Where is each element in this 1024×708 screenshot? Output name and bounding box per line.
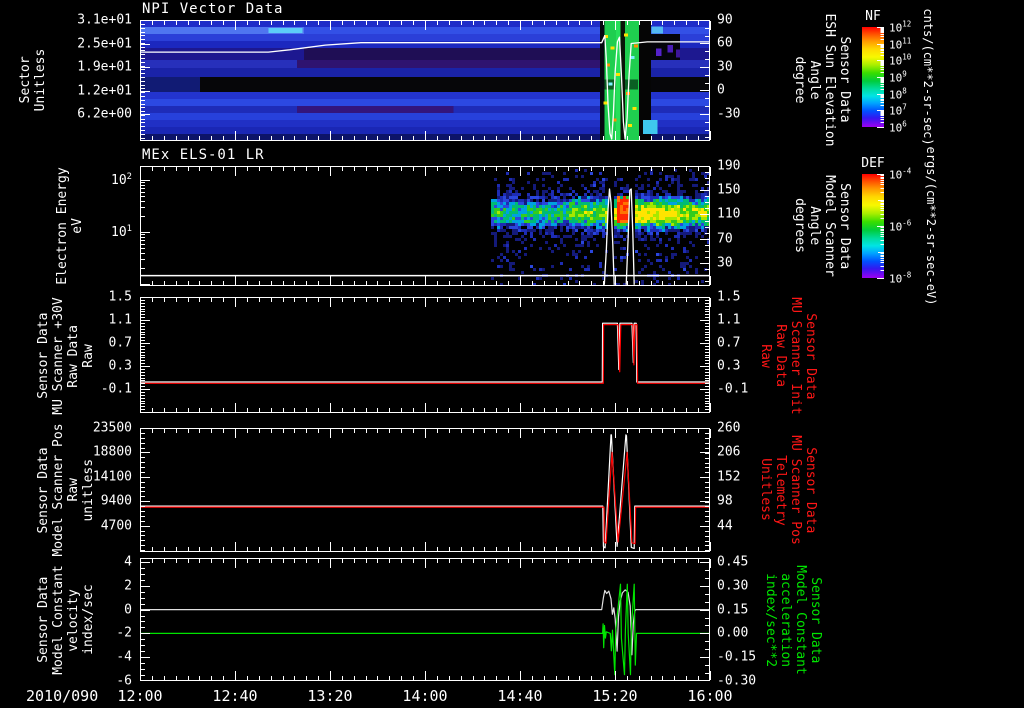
colorbar-tick-label: 1012 xyxy=(889,19,912,35)
y-tick-label: 0 xyxy=(124,602,132,618)
y-tick-label: 260 xyxy=(717,420,741,436)
panel-2-heatmap xyxy=(491,169,710,286)
x-tick-label: 15:20 xyxy=(592,687,638,705)
y-tick-label: -0.1 xyxy=(717,381,749,397)
y-tick-label: 4700 xyxy=(100,518,132,534)
panel1-left-axis-label: Sector Unitless xyxy=(18,48,48,112)
colorbar1-title: NF xyxy=(865,9,881,24)
colorbar-tick-label: 10-8 xyxy=(889,270,912,286)
panel1-right-axis-label: Sensor Data ESH Sun Elevation Angle degr… xyxy=(792,13,852,147)
y-tick-label: 190 xyxy=(717,158,741,174)
colorbar-tick-label: 1010 xyxy=(889,53,912,68)
colorbar1-unit-label: cnts/(cm**2-sr-sec) xyxy=(921,8,935,146)
y-tick-label: 30 xyxy=(717,59,733,75)
plots-canvas xyxy=(140,20,884,681)
y-tick-label: 101 xyxy=(111,223,132,241)
y-tick-label: 1.1 xyxy=(108,312,132,328)
figure-root: NPI Vector Data MEx ELS-01 LR Sector Uni… xyxy=(0,0,1024,708)
panel-4-series xyxy=(140,434,710,550)
x-tick-label: 13:20 xyxy=(307,687,353,705)
y-tick-label: 150 xyxy=(717,182,741,198)
y-tick-label: 3.1e+01 xyxy=(77,12,132,28)
colorbar-tick-label: 108 xyxy=(889,86,907,101)
y-tick-label: -30 xyxy=(717,106,741,122)
y-tick-label: -2 xyxy=(116,625,132,641)
y-tick-label: 1.5 xyxy=(717,289,741,305)
y-tick-label: 23500 xyxy=(92,420,132,436)
colorbar-tick-label: 109 xyxy=(889,69,907,85)
y-tick-label: 0.3 xyxy=(108,358,132,374)
x-tick-label: 16:00 xyxy=(687,687,733,705)
panel-3-series xyxy=(140,322,710,384)
y-tick-label: 1.9e+01 xyxy=(77,59,132,75)
x-tick-label: 12:00 xyxy=(117,687,163,705)
y-tick-label: 18800 xyxy=(92,444,132,460)
panel4-left-axis-label: Sensor Data Model Scanner Pos Raw unitle… xyxy=(36,423,96,557)
y-tick-label: 2.5e+01 xyxy=(77,36,132,52)
y-tick-label: -6 xyxy=(116,673,132,689)
colorbar-tick-label: 106 xyxy=(889,119,907,135)
y-tick-label: 1.5 xyxy=(108,289,132,305)
y-tick-label: 0.7 xyxy=(108,335,132,351)
colorbar xyxy=(862,174,884,279)
y-tick-label: 2 xyxy=(124,578,132,594)
panel1-title: NPI Vector Data xyxy=(142,1,284,17)
colorbar2-title: DEF xyxy=(861,156,885,171)
y-tick-label: 1.1 xyxy=(717,312,741,328)
x-tick-label: 14:00 xyxy=(402,687,448,705)
x-tick-label: 12:40 xyxy=(212,687,258,705)
y-tick-label: 0.30 xyxy=(717,578,749,594)
date-label: 2010/090 xyxy=(26,687,99,705)
y-tick-label: 6.2e+00 xyxy=(77,106,132,122)
y-tick-label: -0.1 xyxy=(100,381,132,397)
panel-5-series xyxy=(140,583,710,676)
y-tick-label: 0 xyxy=(717,82,725,98)
panel-1-heatmap xyxy=(140,20,710,141)
x-tick-label: 14:40 xyxy=(497,687,543,705)
y-tick-label: -0.15 xyxy=(717,649,757,665)
colorbar-tick-label: 10-6 xyxy=(889,218,912,234)
y-tick-label: 90 xyxy=(717,12,733,28)
y-tick-label: 9400 xyxy=(100,493,132,509)
panel2-right-axis-label: Sensor Data Model Scanner Angle degrees xyxy=(792,175,852,277)
y-tick-label: 60 xyxy=(717,35,733,51)
y-tick-label: 70 xyxy=(717,231,733,247)
y-tick-label: 1.2e+01 xyxy=(77,83,132,99)
y-tick-label: 0.3 xyxy=(717,358,741,374)
colorbar-tick-label: 107 xyxy=(889,103,907,118)
y-tick-label: 152 xyxy=(717,469,741,485)
y-tick-label: 0.7 xyxy=(717,335,741,351)
y-tick-label: 206 xyxy=(717,444,741,460)
y-tick-label: 30 xyxy=(717,255,733,271)
colorbar-tick-label: 1011 xyxy=(889,36,912,51)
y-tick-label: -4 xyxy=(116,649,132,665)
y-tick-label: 4 xyxy=(124,554,132,570)
colorbar2-unit-label: ergs/(cm**2-sr-sec-eV) xyxy=(924,146,938,306)
y-tick-label: 14100 xyxy=(92,469,132,485)
y-tick-label: 44 xyxy=(717,518,733,534)
y-tick-label: 0.15 xyxy=(717,602,749,618)
y-tick-label: 0.45 xyxy=(717,554,749,570)
colorbar-tick-label: 10-4 xyxy=(889,166,912,182)
y-tick-label: 102 xyxy=(111,171,132,189)
colorbar xyxy=(862,27,884,128)
panel2-title: MEx ELS-01 LR xyxy=(142,147,265,163)
y-tick-label: 110 xyxy=(717,206,741,222)
y-tick-label: 0.00 xyxy=(717,625,749,641)
y-tick-label: 98 xyxy=(717,493,733,509)
